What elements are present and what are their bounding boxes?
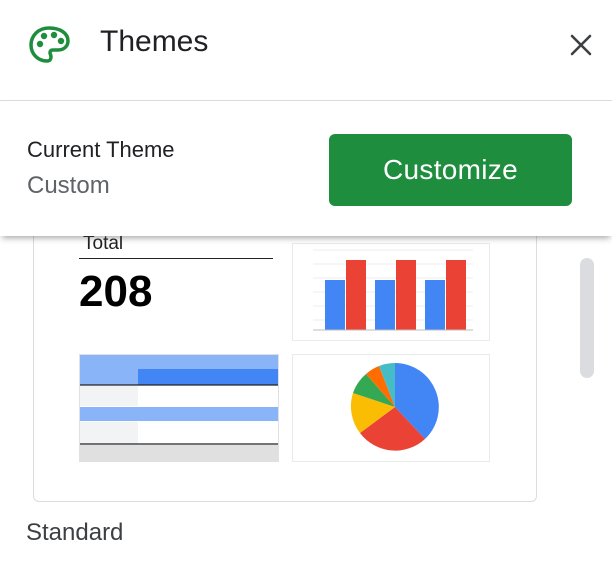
customize-button[interactable]: Customize <box>329 134 572 206</box>
standard-section-heading: Standard <box>26 519 124 546</box>
panel-title: Themes <box>100 25 209 58</box>
pie-chart-thumbnail <box>292 354 490 462</box>
bar-blue-1 <box>325 280 345 330</box>
total-label: Total <box>83 233 124 254</box>
close-icon[interactable] <box>566 30 596 60</box>
bar-blue-2 <box>375 280 395 330</box>
current-theme-label: Current Theme <box>27 137 175 162</box>
total-divider <box>79 258 273 259</box>
palette-icon <box>29 26 70 63</box>
pie-chart-graphic <box>350 363 439 451</box>
bar-red-2 <box>396 260 416 330</box>
bar-chart-thumbnail <box>292 243 490 341</box>
bar-red-3 <box>446 260 466 330</box>
bar-blue-3 <box>425 280 445 330</box>
scrollbar-thumb[interactable] <box>580 258 594 378</box>
bar-red-1 <box>346 260 366 330</box>
table-thumbnail <box>79 354 279 462</box>
current-theme-value: Custom <box>27 172 110 199</box>
bar-chart-graphic <box>313 249 473 331</box>
panel-header: Themes <box>0 0 612 101</box>
table-graphic <box>80 355 278 461</box>
total-value: 208 <box>79 267 153 316</box>
